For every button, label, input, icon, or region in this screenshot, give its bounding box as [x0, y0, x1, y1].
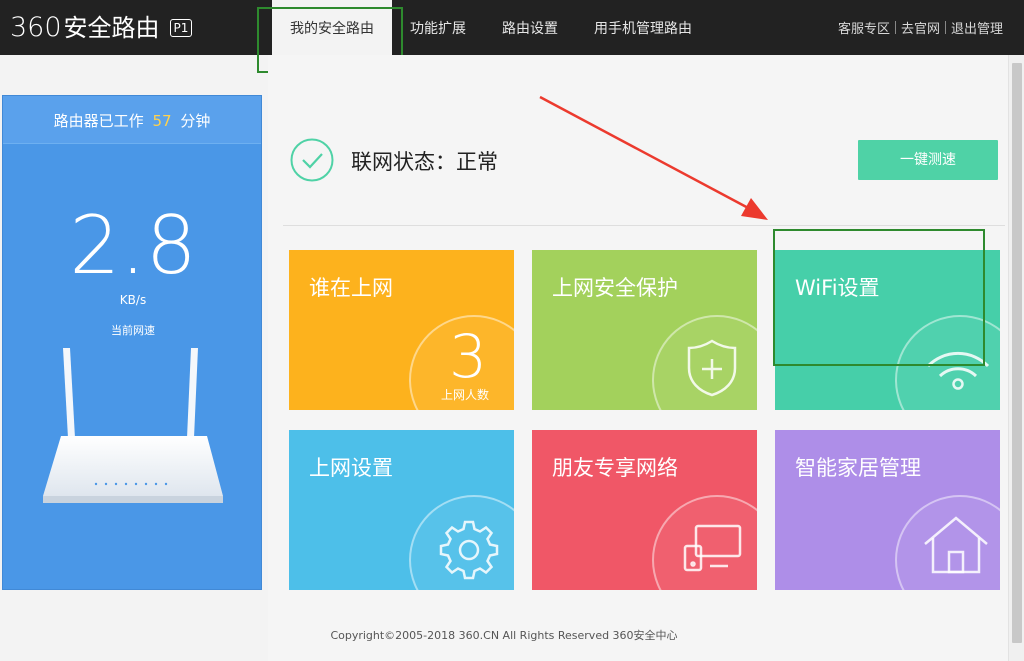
devices-icon	[683, 524, 742, 572]
shield-plus-icon	[687, 339, 737, 397]
router-icon	[43, 348, 223, 503]
tab-mobile-manage[interactable]: 用手机管理路由	[576, 0, 710, 55]
tile-title: 智能家居管理	[795, 456, 921, 480]
vertical-scrollbar[interactable]	[1008, 55, 1024, 661]
link-official-site[interactable]: 去官网	[896, 18, 945, 37]
tab-my-router[interactable]: 我的安全路由	[272, 0, 392, 55]
tile-who-online[interactable]: 谁在上网 3 上网人数	[289, 250, 514, 410]
tile-security-protection[interactable]: 上网安全保护	[532, 250, 757, 410]
scrollbar-thumb[interactable]	[1012, 63, 1022, 643]
tile-title: 谁在上网	[309, 276, 393, 300]
uptime-minutes: 57	[152, 112, 172, 130]
logo-badge: P1	[169, 19, 193, 37]
gear-icon	[439, 520, 499, 580]
tile-title: 朋友专享网络	[552, 456, 678, 480]
speed-label: 当前网速	[111, 324, 155, 337]
link-logout[interactable]: 退出管理	[946, 18, 1008, 37]
speed-test-button[interactable]: 一键测速	[858, 140, 998, 180]
top-links: 客服专区 去官网 退出管理	[833, 0, 1008, 55]
divider	[283, 225, 1005, 226]
network-status-text: 联网状态：正常	[351, 150, 498, 174]
tile-title: 上网安全保护	[552, 276, 678, 300]
tile-network-settings[interactable]: 上网设置	[289, 430, 514, 590]
online-count-label: 上网人数	[441, 388, 490, 402]
uptime-suffix: 分钟	[180, 112, 211, 130]
top-bar: 360 安全路由 P1 我的安全路由 功能扩展 路由设置 用手机管理路由 客服专…	[0, 0, 1024, 55]
wifi-icon	[926, 351, 990, 390]
logo-number: 360	[10, 12, 62, 43]
tile-title: WiFi设置	[795, 276, 880, 300]
house-icon	[924, 516, 988, 574]
check-circle-icon	[290, 138, 334, 182]
tile-title: 上网设置	[309, 456, 393, 480]
tile-friend-network[interactable]: 朋友专享网络	[532, 430, 757, 590]
speed-value: 2.8	[69, 199, 197, 292]
tab-extensions[interactable]: 功能扩展	[392, 0, 484, 55]
tile-wifi-settings[interactable]: WiFi设置	[775, 250, 1000, 410]
logo[interactable]: 360 安全路由 P1	[10, 12, 193, 43]
speed-panel: 路由器已工作 57 分钟 2.8 KB/s 当前网速	[2, 95, 262, 590]
uptime-bar: 路由器已工作 57 分钟	[3, 96, 261, 144]
tile-smart-home[interactable]: 智能家居管理	[775, 430, 1000, 590]
link-support[interactable]: 客服专区	[833, 18, 895, 37]
uptime-prefix: 路由器已工作	[53, 112, 144, 130]
speed-unit: KB/s	[119, 293, 147, 307]
online-count: 3	[449, 322, 488, 392]
footer-copyright: Copyright©2005-2018 360.CN All Rights Re…	[330, 629, 678, 642]
logo-text: 安全路由	[63, 14, 160, 42]
tab-router-settings[interactable]: 路由设置	[484, 0, 576, 55]
main-nav: 我的安全路由 功能扩展 路由设置 用手机管理路由	[272, 0, 710, 55]
